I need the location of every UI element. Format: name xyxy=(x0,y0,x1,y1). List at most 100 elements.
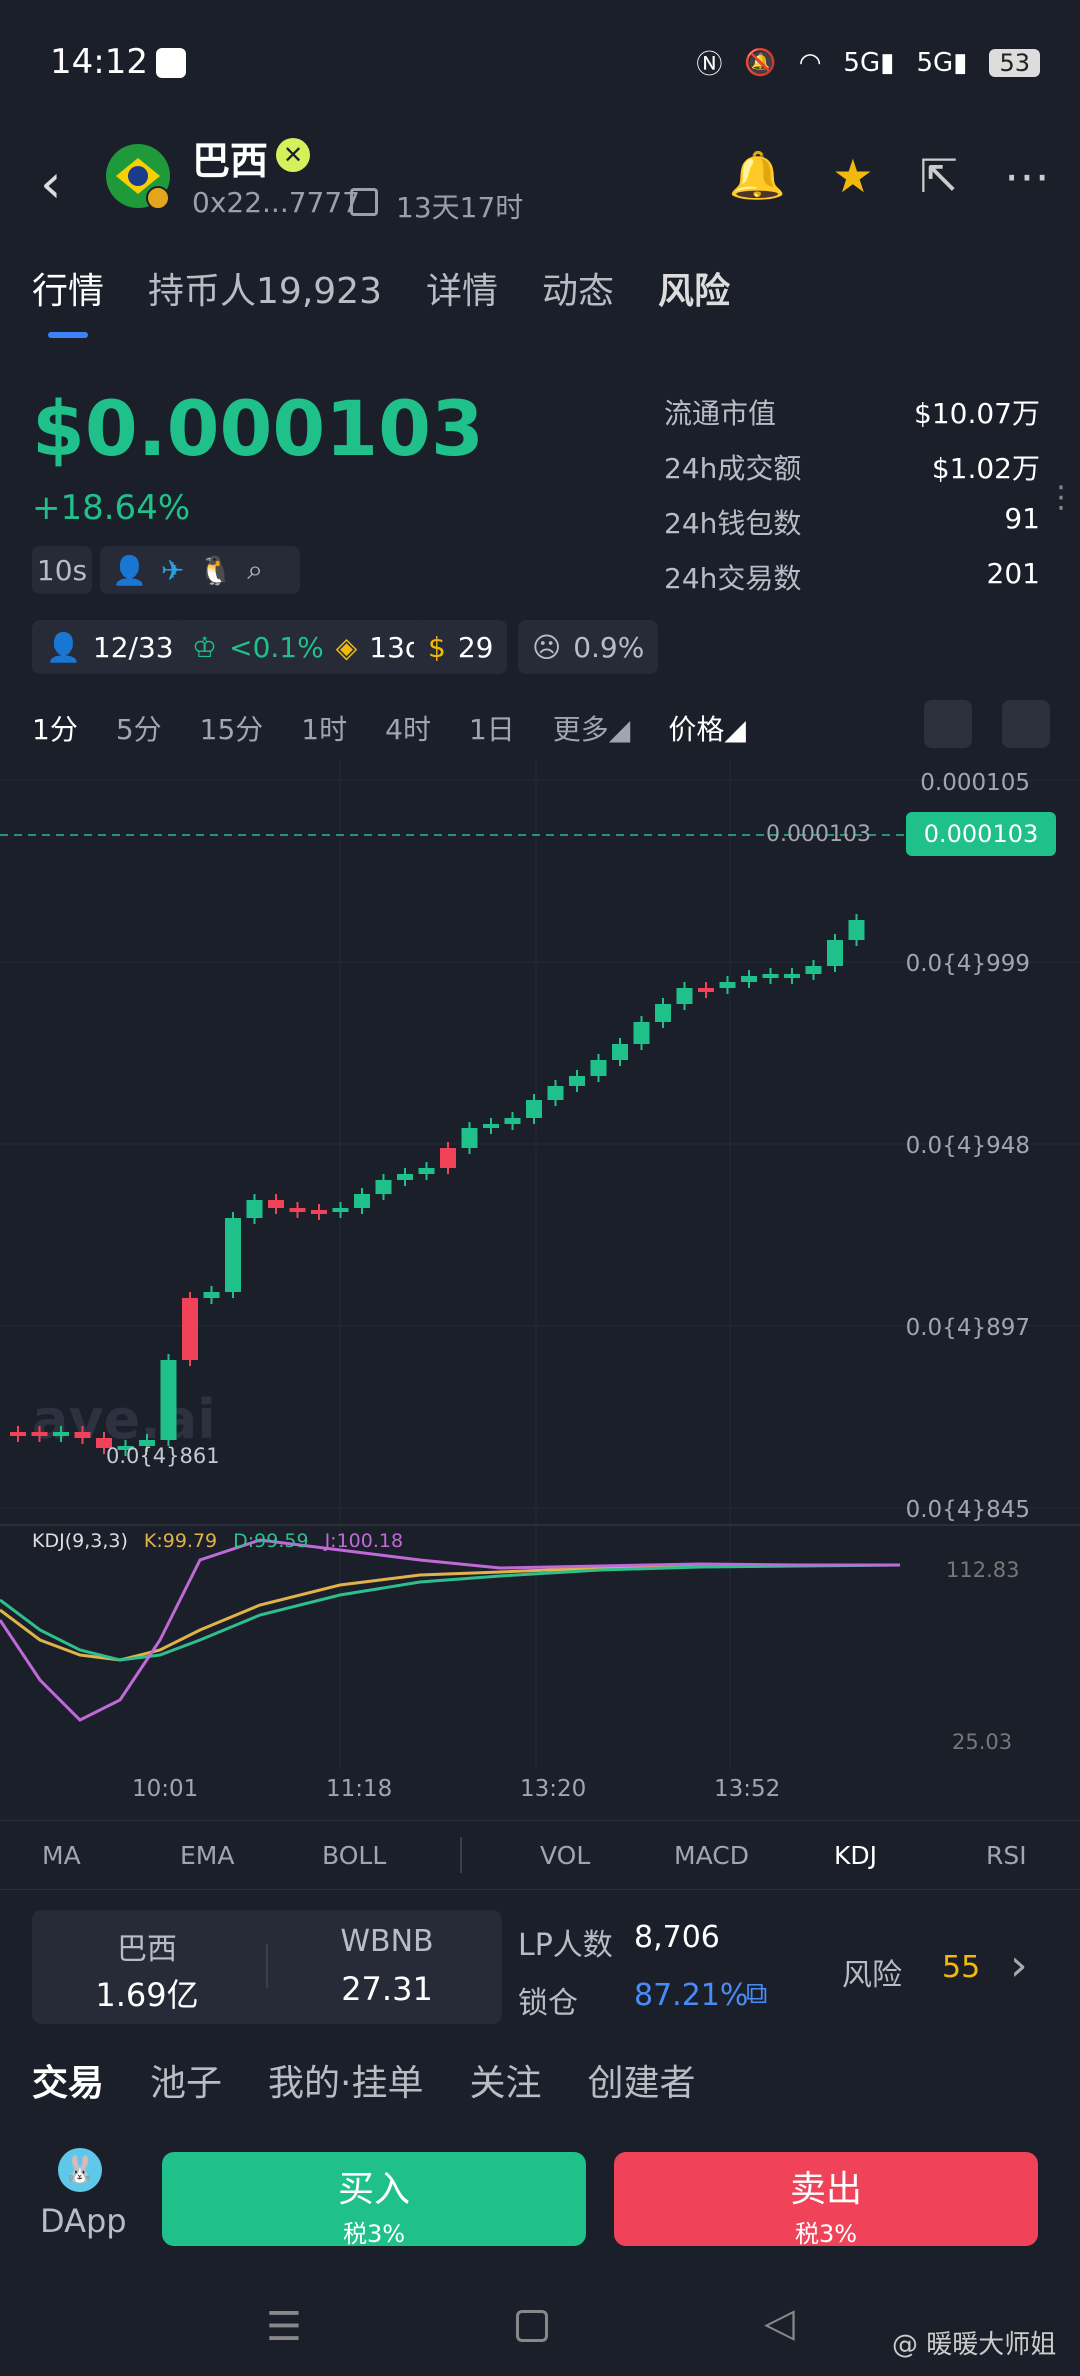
tab-risk[interactable]: 风险 xyxy=(658,262,730,314)
price-axis-label: 0.000105 xyxy=(920,770,1030,796)
candle xyxy=(332,1208,349,1212)
tf-4h[interactable]: 4时 xyxy=(385,708,431,748)
kdj-label: KDJ(9,3,3) xyxy=(32,1530,128,1552)
pool-reserves[interactable]: 巴西 1.69亿 WBNB 27.31 xyxy=(32,1910,502,2024)
indicator-macd[interactable]: MACD xyxy=(674,1841,749,1870)
candle xyxy=(719,982,736,988)
candle xyxy=(397,1174,413,1180)
drawing-tool-icon[interactable] xyxy=(924,700,972,748)
tab-market[interactable]: 行情 xyxy=(32,262,104,314)
side-more-icon[interactable]: ⋮ xyxy=(1046,480,1076,515)
pool-quote-amount: 27.31 xyxy=(341,1970,433,2008)
sniper-icon: ☹ xyxy=(532,630,562,664)
candle xyxy=(848,920,865,940)
tab-creator[interactable]: 创建者 xyxy=(588,2054,696,2106)
tf-more[interactable]: 更多◢ xyxy=(553,708,631,748)
sniper-badge[interactable]: ☹ 0.9% xyxy=(518,620,659,674)
candle xyxy=(182,1298,198,1360)
qq-icon[interactable]: 🐧 xyxy=(198,554,233,587)
candle xyxy=(246,1200,263,1218)
telegram-icon[interactable]: ✈ xyxy=(161,554,184,587)
tab-details[interactable]: 详情 xyxy=(426,262,498,314)
external-link-icon[interactable]: ⧉ xyxy=(746,1976,767,2011)
interval-chip[interactable]: 10s xyxy=(32,546,92,594)
status-bar: 14:12 Ⓝ 🔕 ◠ 5G▮ 5G▮ 53 xyxy=(0,0,1080,130)
candle xyxy=(10,1432,26,1436)
buy-button[interactable]: 买入 税3% xyxy=(162,2152,586,2248)
market-stats: 流通市值 $10.07万 24h成交额 $1.02万 24h钱包数 91 24h交易数… xyxy=(664,392,1040,612)
sell-button[interactable]: 卖出 税3% xyxy=(614,2152,1038,2248)
kdj-k: K:99.79 xyxy=(143,1530,218,1552)
time-axis-label: 13:20 xyxy=(520,1776,587,1802)
indicator-boll[interactable]: BOLL xyxy=(322,1841,386,1870)
star-icon[interactable]: ★ xyxy=(832,149,873,203)
signal-icon: 5G▮ xyxy=(843,47,895,78)
price-chart[interactable] xyxy=(0,760,1080,1770)
candle xyxy=(74,1432,91,1438)
candle xyxy=(741,976,757,982)
indicator-ma[interactable]: MA xyxy=(42,1841,81,1870)
back-nav-icon[interactable]: ◁ xyxy=(764,2300,795,2346)
holders-badge[interactable]: 👤 12/33 xyxy=(32,620,188,674)
more-icon[interactable]: ⋯ xyxy=(1004,149,1050,203)
share-icon[interactable]: ⇱ xyxy=(919,149,958,203)
indicator-vol[interactable]: VOL xyxy=(540,1841,590,1870)
menu-icon[interactable]: ☰ xyxy=(266,2304,302,2350)
indicator-bar: MA EMA BOLL VOL MACD KDJ RSI xyxy=(0,1820,1080,1890)
tf-1m[interactable]: 1分 xyxy=(32,708,78,748)
dapp-icon[interactable]: 🐰 xyxy=(58,2148,102,2192)
tab-indicator xyxy=(48,332,88,338)
stat-row: 24h交易数 201 xyxy=(664,557,1040,595)
timeframe-bar: 1分 5分 15分 1时 4时 1日 更多◢ 价格◢ xyxy=(32,708,746,748)
user-icon[interactable]: 👤 xyxy=(112,554,147,587)
verified-icon: ✕ xyxy=(276,138,310,172)
tab-pool[interactable]: 池子 xyxy=(150,2054,222,2106)
indicator-kdj[interactable]: KDJ xyxy=(834,1841,877,1870)
dapp-label[interactable]: DApp xyxy=(40,2202,127,2240)
tab-trade[interactable]: 交易 xyxy=(32,2054,104,2106)
holder-icon: 👤 xyxy=(46,630,81,664)
lock-value[interactable]: 87.21% xyxy=(634,1978,748,2013)
candle xyxy=(698,988,714,992)
candle xyxy=(225,1218,241,1292)
candle xyxy=(590,1060,607,1076)
money-bag-icon: $ xyxy=(428,630,446,664)
price-axis-label: 0.0{4}948 xyxy=(905,1133,1030,1159)
search-icon[interactable]: ⌕ xyxy=(247,553,263,587)
tf-5m[interactable]: 5分 xyxy=(116,708,162,748)
candle xyxy=(53,1432,69,1436)
tab-activity[interactable]: 动态 xyxy=(542,262,614,314)
signal-icon-2: 5G▮ xyxy=(916,47,968,78)
tf-1d[interactable]: 1日 xyxy=(469,708,515,748)
tf-1h[interactable]: 1时 xyxy=(301,708,347,748)
chain-badge-icon xyxy=(146,186,170,210)
tab-my-orders[interactable]: 我的·挂单 xyxy=(268,2054,423,2106)
tab-holders[interactable]: 持币人19,923 xyxy=(148,262,382,314)
indicator-rsi[interactable]: RSI xyxy=(986,1841,1027,1870)
back-icon[interactable]: ‹ xyxy=(40,152,62,215)
status-time: 14:12 xyxy=(50,42,148,82)
bell-icon[interactable]: 🔔 xyxy=(729,148,786,203)
chart-settings-icon[interactable] xyxy=(1002,700,1050,748)
home-icon[interactable] xyxy=(516,2310,548,2342)
candle xyxy=(827,940,843,966)
copy-icon[interactable] xyxy=(350,188,378,216)
holders-value: 12/33 xyxy=(92,630,174,664)
candle xyxy=(418,1168,435,1174)
indicator-ema[interactable]: EMA xyxy=(180,1841,234,1870)
chevron-right-icon[interactable]: › xyxy=(1010,1940,1028,1991)
tf-15m[interactable]: 15分 xyxy=(200,708,264,748)
lp-value: 8,706 xyxy=(634,1920,720,1955)
price-toggle[interactable]: 价格◢ xyxy=(668,708,746,748)
tab-follow[interactable]: 关注 xyxy=(469,2054,541,2106)
bag-badge[interactable]: $ 29 xyxy=(414,620,508,674)
bottom-tabs: 交易 池子 我的·挂单 关注 创建者 xyxy=(32,2054,696,2106)
token-address[interactable]: 0x22...7777 xyxy=(192,186,360,219)
battery-icon: 53 xyxy=(989,48,1040,77)
candle xyxy=(311,1210,327,1214)
kdj-j: J:100.18 xyxy=(324,1530,404,1552)
wifi-icon: ◠ xyxy=(798,47,822,78)
candle xyxy=(655,1004,671,1022)
price-axis-label: 0.0{4}999 xyxy=(905,951,1030,977)
dev-badge[interactable]: ♔ <0.1% ◈ 13d xyxy=(178,620,437,674)
